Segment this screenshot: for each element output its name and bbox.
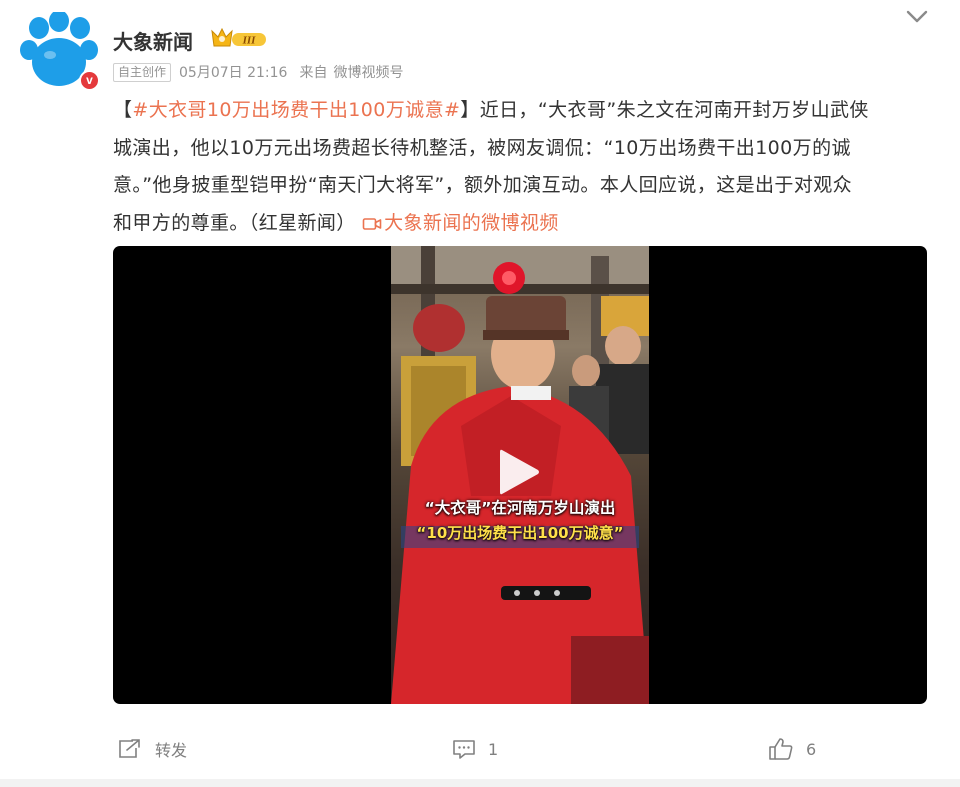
play-icon[interactable] — [496, 446, 542, 498]
open-bracket: 【 — [113, 99, 133, 121]
repost-button[interactable]: 转发 — [117, 732, 187, 766]
username[interactable]: 大象新闻 — [113, 26, 193, 55]
repost-label: 转发 — [155, 741, 188, 760]
video-player[interactable]: “大衣哥”在河南万岁山演出 “10万出场费干出100万诚意” — [113, 246, 927, 704]
thumbs-up-icon — [769, 738, 793, 760]
verified-v-icon: v — [79, 70, 100, 91]
repost-icon — [119, 739, 140, 758]
comment-icon — [453, 740, 475, 759]
post-text-line-1-rest: 】近日，“大衣哥”朱之文在河南开封万岁山武侠 — [460, 99, 869, 121]
weibo-video-link[interactable]: 大象新闻的微博视频 — [362, 212, 559, 234]
video-caption-line-2: “10万出场费干出100万诚意” — [416, 524, 624, 542]
post-text-line-1: 【#大衣哥10万出场费干出100万诚意#】近日，“大衣哥”朱之文在河南开封万岁山… — [113, 92, 928, 130]
video-link-text: 大象新闻的微博视频 — [384, 211, 559, 234]
post-text: 【#大衣哥10万出场费干出100万诚意#】近日，“大衣哥”朱之文在河南开封万岁山… — [113, 92, 928, 242]
level-badge-text: III — [242, 35, 257, 47]
card-bottom-divider — [0, 779, 960, 787]
weibo-post-card: v 大象新闻 III 自主创作 05月07日 21:16 来自 微博视频号 【#… — [0, 0, 960, 787]
like-button[interactable]: 6 — [768, 732, 816, 766]
post-meta: 自主创作 05月07日 21:16 来自 微博视频号 — [113, 62, 403, 82]
crown-level-icon[interactable]: III — [210, 27, 268, 49]
original-creation-tag: 自主创作 — [113, 62, 172, 82]
topic-hashtag-link[interactable]: #大衣哥10万出场费干出100万诚意# — [132, 99, 460, 121]
post-text-line-4-text: 和甲方的尊重。（红星新闻） — [113, 211, 356, 234]
post-time[interactable]: 05月07日 21:16 — [179, 62, 287, 82]
like-count: 6 — [806, 739, 817, 759]
post-text-line-3: 意。”他身披重型铠甲扮“南天门大将军”，额外加演互动。本人回应说，这是出于对观众 — [113, 174, 853, 196]
post-actions-bar: 转发 1 6 — [0, 732, 960, 766]
post-text-line-4: 和甲方的尊重。（红星新闻） 大象新闻的微博视频 — [113, 205, 928, 243]
source-prefix: 来自 — [299, 65, 328, 81]
comment-count: 1 — [488, 739, 499, 759]
video-caption-line-1: “大衣哥”在河南万岁山演出 — [424, 499, 616, 517]
comment-button[interactable]: 1 — [452, 732, 498, 766]
video-camera-icon — [362, 217, 382, 230]
post-text-line-2: 城演出，他以10万元出场费超长待机整活，被网友调侃：“10万出场费干出100万的… — [113, 136, 851, 159]
chevron-down-icon[interactable] — [904, 6, 930, 28]
source-link[interactable]: 微博视频号 — [333, 62, 403, 82]
